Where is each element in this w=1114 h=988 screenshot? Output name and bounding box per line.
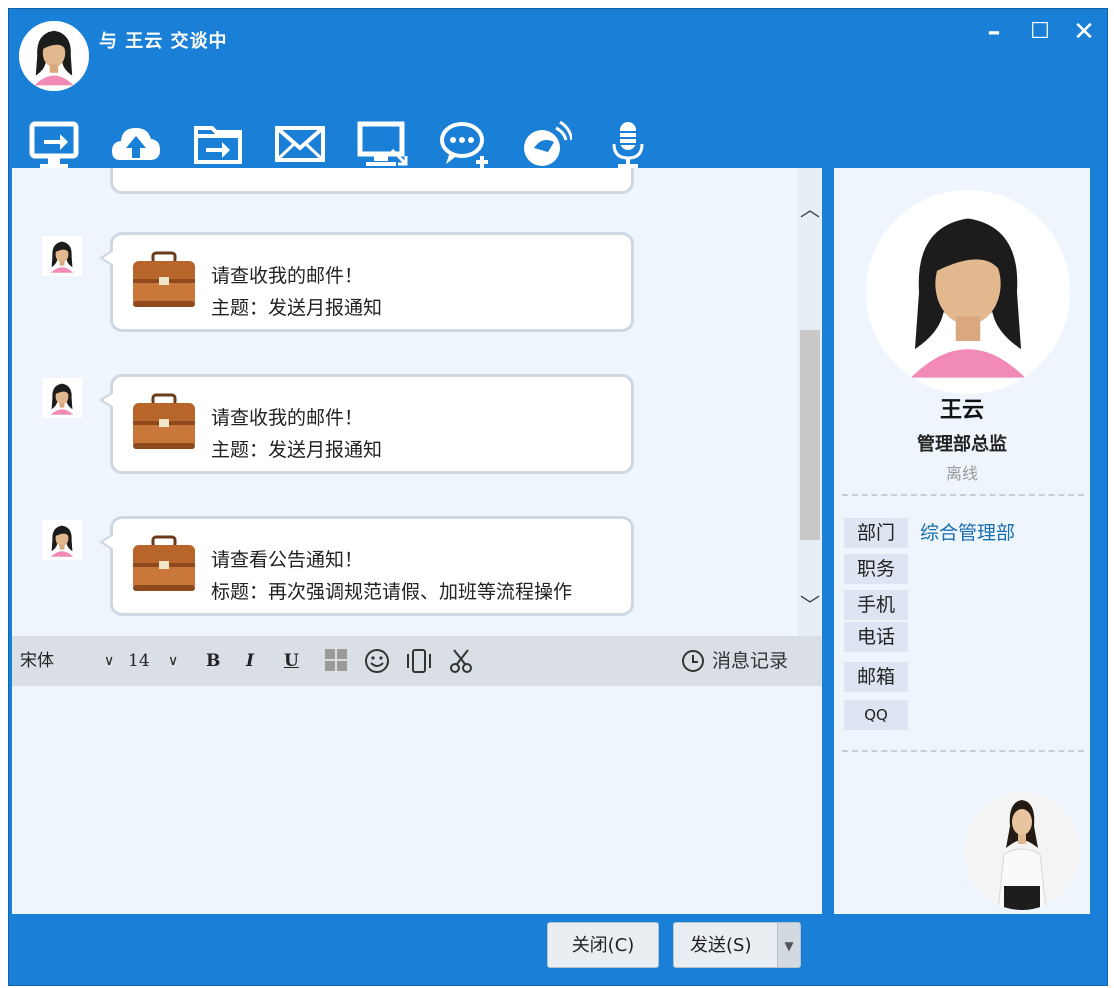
contact-title: 管理部总监 bbox=[917, 434, 1007, 455]
field-label-qq: QQ bbox=[844, 700, 908, 730]
contact-large-avatar bbox=[866, 190, 1070, 394]
message-text: 请查收我的邮件！ bbox=[211, 265, 364, 287]
message-bubble[interactable]: 请查收我的邮件！ 主题：发送月报通知 bbox=[99, 374, 634, 474]
font-size-value: 14 bbox=[128, 651, 150, 671]
shake-icon[interactable] bbox=[406, 648, 432, 678]
chevron-down-icon: ∨ bbox=[168, 653, 179, 669]
message-list[interactable]: 请查收我的邮件！ 主题：发送月报通知 请查收我的邮件！ 主题：发送月报通知 请查… bbox=[12, 168, 822, 636]
field-value-department[interactable]: 综合管理部 bbox=[920, 518, 1015, 548]
contact-name: 王云 bbox=[939, 398, 984, 423]
italic-button[interactable]: I bbox=[246, 646, 254, 676]
message-avatar[interactable] bbox=[42, 516, 82, 564]
send-button[interactable]: 发送(S) ▼ bbox=[673, 922, 801, 968]
underline-button[interactable]: U bbox=[284, 646, 299, 676]
format-toolbar: 宋体 ∨ 14 ∨ B I U 消息记录 bbox=[12, 636, 822, 686]
send-label: 发送(S) bbox=[690, 935, 752, 956]
divider bbox=[842, 494, 1084, 496]
message-input[interactable] bbox=[12, 686, 822, 914]
minimize-button[interactable]: – bbox=[977, 17, 1011, 47]
bold-button[interactable]: B bbox=[206, 646, 220, 676]
chat-toolbar bbox=[27, 114, 655, 174]
field-label-position: 职务 bbox=[844, 554, 908, 584]
maximize-button[interactable]: ☐ bbox=[1023, 17, 1057, 47]
message-subject: 标题：再次强调规范请假、加班等流程操作 bbox=[211, 581, 573, 603]
message-avatar[interactable] bbox=[42, 232, 82, 280]
chevron-down-icon: ∨ bbox=[104, 653, 115, 669]
field-label-email: 邮箱 bbox=[844, 662, 908, 692]
screenshot-scissors-icon[interactable] bbox=[448, 648, 474, 678]
font-value: 宋体 bbox=[20, 651, 54, 671]
emoji-icon[interactable] bbox=[364, 648, 390, 678]
send-options-chevron-icon[interactable]: ▼ bbox=[777, 923, 800, 967]
group-chat-icon[interactable] bbox=[437, 117, 491, 171]
voice-call-icon[interactable] bbox=[519, 117, 573, 171]
briefcase-icon bbox=[131, 393, 197, 453]
remote-desktop-icon[interactable] bbox=[355, 117, 409, 171]
message-subject: 主题：发送月报通知 bbox=[211, 439, 383, 461]
message-bubble[interactable]: 请查看公告通知！ 标题：再次强调规范请假、加班等流程操作 bbox=[99, 516, 634, 616]
close-window-button[interactable]: ✕ bbox=[1067, 17, 1101, 47]
field-label-department: 部门 bbox=[844, 518, 908, 548]
scroll-up-icon[interactable]: ︿ bbox=[798, 196, 822, 222]
message-text: 请查看公告通知！ bbox=[211, 549, 364, 571]
divider bbox=[842, 750, 1084, 752]
contact-panel: 王云 管理部总监 离线 部门 综合管理部 职务 手机 电话 邮箱 QQ bbox=[834, 168, 1090, 914]
contact-avatar[interactable] bbox=[19, 21, 89, 91]
send-folder-icon[interactable] bbox=[191, 117, 245, 171]
mail-icon[interactable] bbox=[273, 117, 327, 171]
close-button[interactable]: 关闭(C) bbox=[547, 922, 659, 968]
message-subject: 主题：发送月报通知 bbox=[211, 297, 383, 319]
upload-icon[interactable] bbox=[109, 117, 163, 171]
font-size-select[interactable]: 14 ∨ bbox=[128, 646, 188, 676]
scrollbar-thumb[interactable] bbox=[800, 330, 820, 540]
briefcase-icon bbox=[131, 535, 197, 595]
microphone-icon[interactable] bbox=[601, 117, 655, 171]
message-avatar[interactable] bbox=[42, 374, 82, 422]
field-label-phone: 电话 bbox=[844, 622, 908, 652]
briefcase-icon bbox=[131, 251, 197, 311]
contact-status: 离线 bbox=[945, 464, 978, 483]
clock-icon bbox=[680, 648, 706, 678]
grid-icon[interactable] bbox=[324, 648, 348, 678]
scroll-down-icon[interactable]: ﹀ bbox=[798, 592, 822, 618]
message-bubble[interactable]: 请查收我的邮件！ 主题：发送月报通知 bbox=[99, 232, 634, 332]
message-history-link[interactable]: 消息记录 bbox=[712, 646, 788, 676]
message-bubble-partial bbox=[110, 168, 634, 194]
screen-share-icon[interactable] bbox=[27, 117, 81, 171]
window-title: 与 王云 交谈中 bbox=[99, 31, 228, 52]
contact-photo bbox=[964, 792, 1080, 910]
field-label-mobile: 手机 bbox=[844, 590, 908, 620]
font-select[interactable]: 宋体 ∨ bbox=[20, 646, 120, 676]
message-text: 请查收我的邮件！ bbox=[211, 407, 364, 429]
